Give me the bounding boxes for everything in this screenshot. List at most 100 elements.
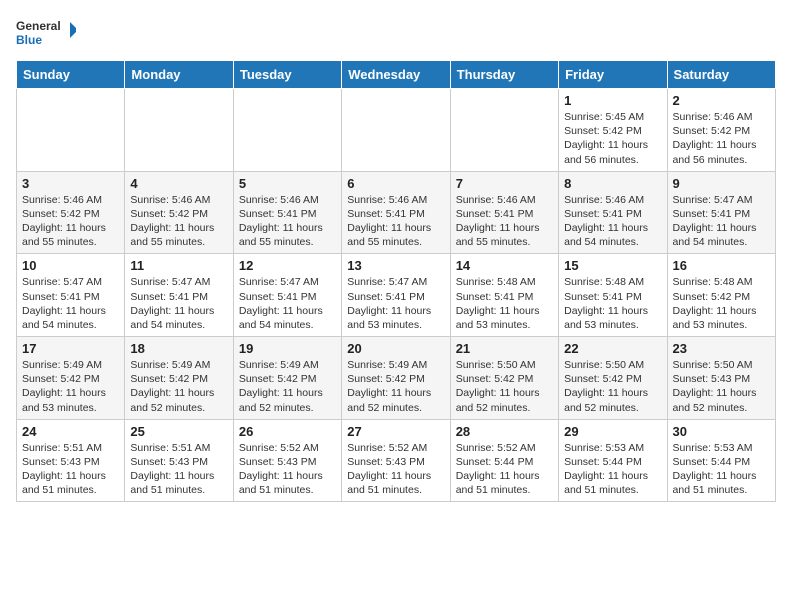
day-cell: 5Sunrise: 5:46 AM Sunset: 5:41 PM Daylig…	[233, 171, 341, 254]
day-number: 30	[673, 424, 770, 439]
day-info: Sunrise: 5:48 AM Sunset: 5:41 PM Dayligh…	[456, 275, 553, 332]
day-info: Sunrise: 5:48 AM Sunset: 5:42 PM Dayligh…	[673, 275, 770, 332]
day-cell	[342, 89, 450, 172]
day-number: 13	[347, 258, 444, 273]
day-cell: 23 Sunrise: 5:50 AM Sunset: 5:43 PM Dayli…	[667, 337, 775, 420]
day-info: Sunrise: 5:46 AM Sunset: 5:41 PM Dayligh…	[347, 193, 444, 250]
day-info: Sunrise: 5:47 AM Sunset: 5:41 PM Dayligh…	[239, 275, 336, 332]
day-info: Sunrise: 5:45 AM Sunset: 5:42 PM Dayligh…	[564, 110, 661, 167]
day-info: Sunrise: 5:49 AM Sunset: 5:42 PM Dayligh…	[130, 358, 227, 415]
day-number: 20	[347, 341, 444, 356]
day-number: 25	[130, 424, 227, 439]
day-cell	[17, 89, 125, 172]
day-cell: 24 Sunrise: 5:51 AM Sunset: 5:43 PM Dayli…	[17, 419, 125, 502]
day-info: Sunrise: 5:47 AM Sunset: 5:41 PM Dayligh…	[22, 275, 119, 332]
day-cell: 17 Sunrise: 5:49 AM Sunset: 5:42 PM Dayli…	[17, 337, 125, 420]
day-number: 14	[456, 258, 553, 273]
day-cell: 18 Sunrise: 5:49 AM Sunset: 5:42 PM Dayli…	[125, 337, 233, 420]
day-cell: 30Sunrise: 5:53 AM Sunset: 5:44 PM Dayli…	[667, 419, 775, 502]
day-cell: 22 Sunrise: 5:50 AM Sunset: 5:42 PM Dayli…	[559, 337, 667, 420]
day-cell: 8Sunrise: 5:46 AM Sunset: 5:41 PM Daylig…	[559, 171, 667, 254]
day-number: 28	[456, 424, 553, 439]
day-cell: 9 Sunrise: 5:47 AM Sunset: 5:41 PM Daylig…	[667, 171, 775, 254]
day-info: Sunrise: 5:52 AM Sunset: 5:43 PM Dayligh…	[239, 441, 336, 498]
weekday-header-monday: Monday	[125, 61, 233, 89]
day-info: Sunrise: 5:50 AM Sunset: 5:43 PM Dayligh…	[673, 358, 770, 415]
weekday-header-wednesday: Wednesday	[342, 61, 450, 89]
day-cell: 12Sunrise: 5:47 AM Sunset: 5:41 PM Dayli…	[233, 254, 341, 337]
day-info: Sunrise: 5:47 AM Sunset: 5:41 PM Dayligh…	[130, 275, 227, 332]
day-number: 2	[673, 93, 770, 108]
day-cell: 28 Sunrise: 5:52 AM Sunset: 5:44 PM Dayli…	[450, 419, 558, 502]
day-cell	[125, 89, 233, 172]
day-info: Sunrise: 5:47 AM Sunset: 5:41 PM Dayligh…	[347, 275, 444, 332]
day-cell: 11Sunrise: 5:47 AM Sunset: 5:41 PM Dayli…	[125, 254, 233, 337]
day-cell: 27Sunrise: 5:52 AM Sunset: 5:43 PM Dayli…	[342, 419, 450, 502]
week-row-2: 3 Sunrise: 5:46 AM Sunset: 5:42 PM Daylig…	[17, 171, 776, 254]
day-number: 21	[456, 341, 553, 356]
day-number: 17	[22, 341, 119, 356]
day-info: Sunrise: 5:46 AM Sunset: 5:42 PM Dayligh…	[673, 110, 770, 167]
day-cell: 7Sunrise: 5:46 AM Sunset: 5:41 PM Daylig…	[450, 171, 558, 254]
day-number: 15	[564, 258, 661, 273]
day-info: Sunrise: 5:46 AM Sunset: 5:42 PM Dayligh…	[130, 193, 227, 250]
day-number: 3	[22, 176, 119, 191]
svg-text:Blue: Blue	[16, 33, 42, 47]
day-cell: 21 Sunrise: 5:50 AM Sunset: 5:42 PM Dayli…	[450, 337, 558, 420]
weekday-header-thursday: Thursday	[450, 61, 558, 89]
day-cell: 26 Sunrise: 5:52 AM Sunset: 5:43 PM Dayli…	[233, 419, 341, 502]
day-number: 10	[22, 258, 119, 273]
weekday-header-friday: Friday	[559, 61, 667, 89]
day-info: Sunrise: 5:50 AM Sunset: 5:42 PM Dayligh…	[564, 358, 661, 415]
day-number: 5	[239, 176, 336, 191]
week-row-3: 10 Sunrise: 5:47 AM Sunset: 5:41 PM Dayli…	[17, 254, 776, 337]
weekday-header-sunday: Sunday	[17, 61, 125, 89]
week-row-1: 1 Sunrise: 5:45 AM Sunset: 5:42 PM Daylig…	[17, 89, 776, 172]
day-number: 4	[130, 176, 227, 191]
weekday-header-saturday: Saturday	[667, 61, 775, 89]
day-cell: 10 Sunrise: 5:47 AM Sunset: 5:41 PM Dayli…	[17, 254, 125, 337]
day-info: Sunrise: 5:49 AM Sunset: 5:42 PM Dayligh…	[22, 358, 119, 415]
day-info: Sunrise: 5:51 AM Sunset: 5:43 PM Dayligh…	[22, 441, 119, 498]
day-info: Sunrise: 5:51 AM Sunset: 5:43 PM Dayligh…	[130, 441, 227, 498]
day-cell: 19Sunrise: 5:49 AM Sunset: 5:42 PM Dayli…	[233, 337, 341, 420]
day-cell: 2 Sunrise: 5:46 AM Sunset: 5:42 PM Daylig…	[667, 89, 775, 172]
day-info: Sunrise: 5:47 AM Sunset: 5:41 PM Dayligh…	[673, 193, 770, 250]
day-info: Sunrise: 5:49 AM Sunset: 5:42 PM Dayligh…	[239, 358, 336, 415]
day-number: 9	[673, 176, 770, 191]
day-cell: 1 Sunrise: 5:45 AM Sunset: 5:42 PM Daylig…	[559, 89, 667, 172]
day-number: 26	[239, 424, 336, 439]
day-cell	[450, 89, 558, 172]
svg-text:General: General	[16, 19, 61, 33]
day-cell: 4 Sunrise: 5:46 AM Sunset: 5:42 PM Daylig…	[125, 171, 233, 254]
day-info: Sunrise: 5:53 AM Sunset: 5:44 PM Dayligh…	[564, 441, 661, 498]
day-number: 1	[564, 93, 661, 108]
day-cell: 14 Sunrise: 5:48 AM Sunset: 5:41 PM Dayli…	[450, 254, 558, 337]
day-info: Sunrise: 5:50 AM Sunset: 5:42 PM Dayligh…	[456, 358, 553, 415]
day-number: 22	[564, 341, 661, 356]
logo: General Blue	[16, 16, 76, 52]
day-info: Sunrise: 5:49 AM Sunset: 5:42 PM Dayligh…	[347, 358, 444, 415]
day-cell: 13 Sunrise: 5:47 AM Sunset: 5:41 PM Dayli…	[342, 254, 450, 337]
day-number: 18	[130, 341, 227, 356]
day-info: Sunrise: 5:46 AM Sunset: 5:41 PM Dayligh…	[456, 193, 553, 250]
weekday-header-tuesday: Tuesday	[233, 61, 341, 89]
day-number: 16	[673, 258, 770, 273]
day-cell	[233, 89, 341, 172]
day-cell: 16 Sunrise: 5:48 AM Sunset: 5:42 PM Dayli…	[667, 254, 775, 337]
calendar-table: SundayMondayTuesdayWednesdayThursdayFrid…	[16, 60, 776, 502]
day-number: 6	[347, 176, 444, 191]
day-info: Sunrise: 5:52 AM Sunset: 5:44 PM Dayligh…	[456, 441, 553, 498]
weekday-header-row: SundayMondayTuesdayWednesdayThursdayFrid…	[17, 61, 776, 89]
day-number: 27	[347, 424, 444, 439]
week-row-5: 24 Sunrise: 5:51 AM Sunset: 5:43 PM Dayli…	[17, 419, 776, 502]
day-number: 24	[22, 424, 119, 439]
day-cell: 6 Sunrise: 5:46 AM Sunset: 5:41 PM Daylig…	[342, 171, 450, 254]
day-number: 29	[564, 424, 661, 439]
logo-svg: General Blue	[16, 16, 76, 52]
day-info: Sunrise: 5:46 AM Sunset: 5:42 PM Dayligh…	[22, 193, 119, 250]
day-info: Sunrise: 5:48 AM Sunset: 5:41 PM Dayligh…	[564, 275, 661, 332]
day-info: Sunrise: 5:46 AM Sunset: 5:41 PM Dayligh…	[564, 193, 661, 250]
day-number: 23	[673, 341, 770, 356]
day-cell: 25 Sunrise: 5:51 AM Sunset: 5:43 PM Dayli…	[125, 419, 233, 502]
